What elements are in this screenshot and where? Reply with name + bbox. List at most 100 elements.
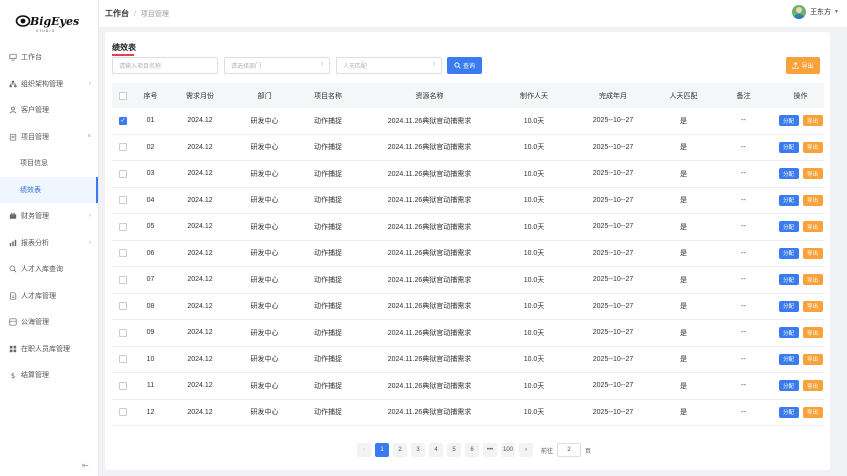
table-cell: 动作捕捉	[314, 409, 342, 417]
row-actions: 分配 导出	[777, 327, 824, 339]
row-checkbox[interactable]	[119, 328, 127, 337]
column-header: 项目名称	[314, 92, 342, 100]
assign-button[interactable]: 分配	[778, 300, 799, 312]
row-checkbox[interactable]	[119, 222, 127, 231]
table-cell: 2024.11.26典狱官动捕需求	[387, 223, 472, 231]
page-button[interactable]: 1	[375, 443, 389, 457]
table-cell: 10.0天	[523, 223, 545, 231]
row-checkbox[interactable]	[119, 275, 127, 284]
row-export-button[interactable]: 导出	[802, 380, 823, 392]
goto-prefix: 前往	[541, 448, 554, 455]
assign-button[interactable]: 分配	[778, 406, 799, 418]
logo-icon: BigEyes STUDIO	[15, 15, 79, 33]
breadcrumb-home[interactable]: 工作台	[105, 9, 129, 18]
table-cell: 07	[146, 276, 155, 284]
page-button[interactable]: 100	[501, 443, 516, 457]
row-checkbox[interactable]	[119, 408, 127, 417]
table-cell: 2024.11.26典狱官动捕需求	[387, 144, 472, 152]
assign-button[interactable]: 分配	[778, 221, 799, 233]
row-checkbox[interactable]	[119, 196, 127, 205]
monitor-icon	[8, 52, 18, 62]
prev-page-button[interactable]: ‹	[357, 443, 371, 457]
brand-logo[interactable]: BigEyes STUDIO	[0, 0, 98, 44]
chevron-right-icon: ›	[89, 80, 91, 87]
sidebar-item-6[interactable]: 绩效表	[0, 176, 98, 203]
assign-button[interactable]: 分配	[778, 168, 799, 180]
chevron-right-icon: ›	[432, 59, 435, 68]
user-name[interactable]: 王东方	[810, 7, 831, 17]
assign-button[interactable]: 分配	[778, 194, 799, 206]
row-select-cell	[112, 381, 134, 390]
assign-button[interactable]: 分配	[778, 327, 799, 339]
row-actions: 分配 导出	[777, 194, 824, 206]
export-button[interactable]: 导出	[786, 57, 820, 74]
more-pages-icon[interactable]: •••	[483, 443, 497, 457]
table-cell: 研发中心	[250, 144, 279, 152]
row-checkbox[interactable]	[119, 355, 127, 364]
row-export-button[interactable]: 导出	[802, 115, 823, 127]
sidebar-item-label: 项目管理	[21, 133, 49, 141]
page-button[interactable]: 4	[429, 443, 443, 457]
collapse-sidebar-icon[interactable]: ⇤	[82, 461, 89, 470]
sidebar-item-13[interactable]: $ 结算管理	[0, 362, 98, 389]
assign-button[interactable]: 分配	[778, 141, 799, 153]
assign-button[interactable]: 分配	[778, 115, 799, 127]
sidebar-item-4[interactable]: 项目管理 ˄	[0, 124, 98, 151]
clipboard-icon	[8, 132, 18, 142]
table-cell: 动作捕捉	[314, 117, 342, 125]
row-checkbox[interactable]	[119, 381, 127, 390]
sidebar-item-1[interactable]: 工作台	[0, 44, 98, 71]
row-export-button[interactable]: 导出	[802, 327, 823, 339]
page-button[interactable]: 3	[411, 443, 425, 457]
row-checkbox[interactable]	[119, 249, 127, 258]
row-export-button[interactable]: 导出	[802, 300, 823, 312]
project-name-input[interactable]: 请输入项目名称	[112, 57, 218, 74]
chevron-down-icon[interactable]: ▼	[834, 9, 839, 15]
user-menu[interactable]: 王东方 ▼	[792, 5, 839, 19]
row-checkbox[interactable]	[119, 169, 127, 178]
row-export-button[interactable]: 导出	[802, 247, 823, 259]
department-select[interactable]: 请选择部门 ›	[224, 57, 330, 74]
row-checkbox[interactable]: ✓	[119, 116, 127, 125]
assign-button[interactable]: 分配	[778, 353, 799, 365]
table-cell: --	[741, 117, 746, 125]
assign-button[interactable]: 分配	[778, 247, 799, 259]
page-button[interactable]: 5	[447, 443, 461, 457]
chevron-right-icon: ›	[89, 239, 91, 246]
sidebar-item-8[interactable]: 报表分析 ›	[0, 230, 98, 257]
row-export-button[interactable]: 导出	[802, 221, 823, 233]
sidebar-item-12[interactable]: 在职人员库管理	[0, 336, 98, 363]
row-export-button[interactable]: 导出	[802, 353, 823, 365]
row-checkbox[interactable]	[119, 302, 127, 311]
row-export-button[interactable]: 导出	[802, 406, 823, 418]
table-cell: 动作捕捉	[314, 276, 342, 284]
page-button[interactable]: 6	[465, 443, 479, 457]
sidebar-item-10[interactable]: 人才库管理	[0, 283, 98, 310]
table-cell: 是	[680, 144, 687, 152]
query-button[interactable]: 查询	[447, 57, 482, 74]
table-cell: 动作捕捉	[314, 197, 342, 205]
man-day-match-select[interactable]: 人天匹配 ›	[336, 57, 442, 74]
row-checkbox[interactable]	[119, 143, 127, 152]
row-export-button[interactable]: 导出	[802, 168, 823, 180]
assign-button[interactable]: 分配	[778, 274, 799, 286]
sidebar-item-2[interactable]: 组织架构管理 ›	[0, 71, 98, 98]
sidebar-item-9[interactable]: 人才入库查询	[0, 256, 98, 283]
sidebar-item-5[interactable]: 项目信息	[0, 150, 98, 177]
page-button[interactable]: 2	[393, 443, 407, 457]
avatar[interactable]	[792, 5, 807, 19]
next-page-button[interactable]: ›	[519, 443, 534, 457]
sidebar-item-11[interactable]: 公海管理	[0, 309, 98, 336]
table-row: 09 2024.12 研发中心 动作捕捉 2024.11.26典狱官动捕需求 10.0天 2…	[112, 320, 824, 347]
row-export-button[interactable]: 导出	[802, 194, 823, 206]
breadcrumb-separator: /	[133, 11, 136, 18]
table-cell: 10.0天	[523, 356, 545, 364]
sidebar-item-7[interactable]: 财务管理 ›	[0, 203, 98, 230]
goto-page-input[interactable]: 2	[557, 443, 582, 457]
assign-button[interactable]: 分配	[778, 380, 799, 392]
row-actions: 分配 导出	[777, 406, 824, 418]
select-all-checkbox[interactable]	[119, 91, 127, 100]
row-export-button[interactable]: 导出	[802, 274, 823, 286]
row-export-button[interactable]: 导出	[802, 141, 823, 153]
sidebar-item-3[interactable]: 客户管理	[0, 97, 98, 124]
